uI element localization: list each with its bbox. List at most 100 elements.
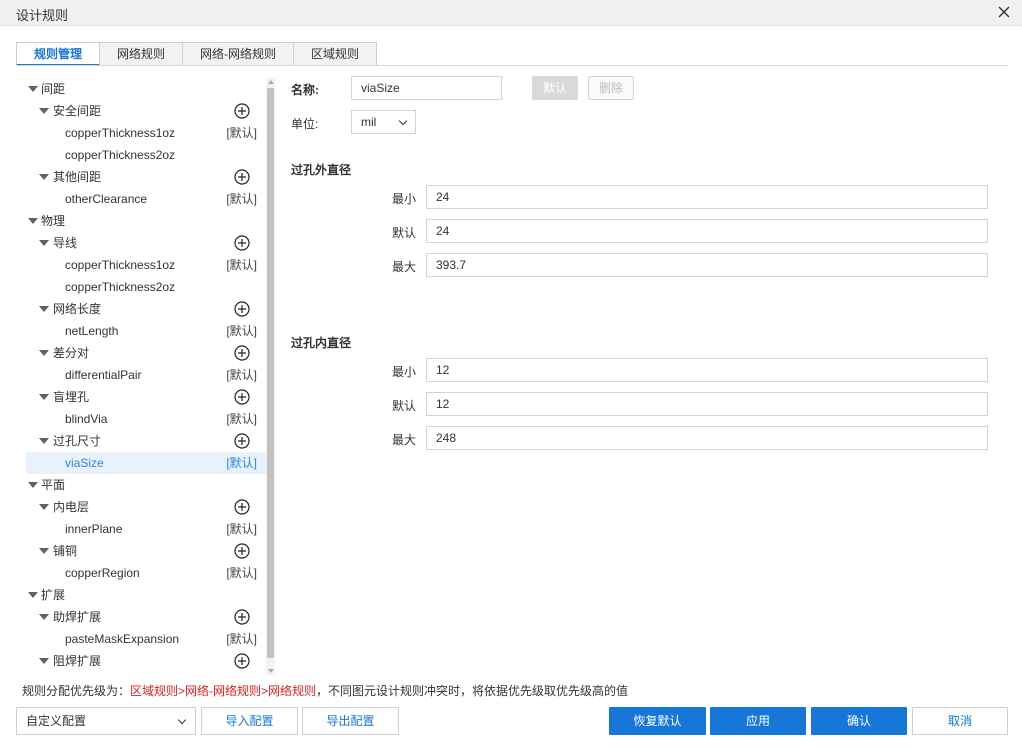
tab-rule-management[interactable]: 规则管理: [16, 42, 101, 66]
tree-rule-item[interactable]: copperRegion [默认]: [26, 562, 266, 584]
expand-triangle-icon[interactable]: [39, 504, 49, 510]
default-tag: [默认]: [226, 126, 257, 140]
tree-item-label: 其他间距: [53, 170, 102, 184]
inner-default-input[interactable]: [426, 392, 988, 416]
tree-item-label: pasteMaskExpansion: [65, 632, 180, 646]
tab-net-net-rules[interactable]: 网络-网络规则: [182, 42, 295, 66]
add-rule-icon[interactable]: [234, 169, 250, 185]
add-rule-icon[interactable]: [234, 301, 250, 317]
add-rule-icon[interactable]: [234, 543, 250, 559]
tree-rule-item[interactable]: netLength [默认]: [26, 320, 266, 342]
tree-category-item[interactable]: 差分对: [26, 342, 266, 364]
tree-rule-item[interactable]: pasteMaskExpansion [默认]: [26, 628, 266, 650]
expand-triangle-icon[interactable]: [28, 86, 38, 92]
config-select[interactable]: 自定义配置: [16, 707, 196, 735]
scroll-up-icon[interactable]: [268, 80, 274, 84]
scrollbar-thumb[interactable]: [267, 88, 274, 658]
default-tag: [默认]: [226, 522, 257, 536]
tree-category-item[interactable]: 盲埋孔: [26, 386, 266, 408]
tree-category-item[interactable]: 过孔尺寸: [26, 430, 266, 452]
add-rule-icon[interactable]: [234, 103, 250, 119]
expand-triangle-icon[interactable]: [39, 548, 49, 554]
tree-rule-item[interactable]: viaSize [默认]: [26, 452, 266, 474]
add-rule-icon[interactable]: [234, 609, 250, 625]
tree-item-label: 间距: [41, 82, 66, 96]
expand-triangle-icon[interactable]: [39, 438, 49, 444]
default-tag: [默认]: [226, 632, 257, 646]
cancel-button[interactable]: 取消: [912, 707, 1008, 735]
expand-triangle-icon[interactable]: [28, 592, 38, 598]
unit-label: 单位:: [291, 117, 319, 131]
unit-select[interactable]: mil: [351, 110, 416, 134]
tree-category-item[interactable]: 安全间距: [26, 100, 266, 122]
add-rule-icon[interactable]: [234, 235, 250, 251]
apply-button[interactable]: 应用: [710, 707, 806, 735]
expand-triangle-icon[interactable]: [39, 174, 49, 180]
tab-net-rules[interactable]: 网络规则: [99, 42, 184, 66]
tree-category-item[interactable]: 其他间距: [26, 166, 266, 188]
name-input[interactable]: [351, 76, 502, 100]
add-rule-icon[interactable]: [234, 499, 250, 515]
expand-triangle-icon[interactable]: [39, 614, 49, 620]
expand-triangle-icon[interactable]: [39, 394, 49, 400]
default-tag: [默认]: [226, 456, 257, 470]
outer-min-input[interactable]: [426, 185, 988, 209]
tree-category-item[interactable]: 扩展: [26, 584, 266, 606]
priority-note: 规则分配优先级为：区域规则>网络-网络规则>网络规则，不同图元设计规则冲突时，将…: [22, 682, 628, 699]
expand-triangle-icon[interactable]: [39, 240, 49, 246]
expand-triangle-icon[interactable]: [39, 658, 49, 664]
tree-rule-item[interactable]: differentialPair [默认]: [26, 364, 266, 386]
default-tag: [默认]: [226, 192, 257, 206]
outer-max-input[interactable]: [426, 253, 988, 277]
add-rule-icon[interactable]: [234, 433, 250, 449]
tree-rule-item[interactable]: copperThickness2oz: [26, 144, 266, 166]
expand-triangle-icon[interactable]: [39, 306, 49, 312]
name-label: 名称:: [291, 83, 319, 97]
tree-rule-item[interactable]: copperThickness2oz: [26, 276, 266, 298]
export-config-button[interactable]: 导出配置: [302, 707, 399, 735]
tree-category-item[interactable]: 阻焊扩展: [26, 650, 266, 672]
tree-item-label: 阻焊扩展: [53, 654, 102, 668]
tree-rule-item[interactable]: copperThickness1oz [默认]: [26, 122, 266, 144]
close-icon[interactable]: [994, 2, 1014, 22]
delete-button[interactable]: 删除: [588, 76, 634, 100]
expand-triangle-icon[interactable]: [39, 108, 49, 114]
tree-rule-item[interactable]: innerPlane [默认]: [26, 518, 266, 540]
expand-triangle-icon[interactable]: [28, 482, 38, 488]
tree-rule-item[interactable]: blindVia [默认]: [26, 408, 266, 430]
tree-item-label: 物理: [41, 214, 66, 228]
inner-max-input[interactable]: [426, 426, 988, 450]
outer-default-input[interactable]: [426, 219, 988, 243]
import-config-button[interactable]: 导入配置: [201, 707, 298, 735]
inner-default-label: 默认: [392, 399, 417, 413]
set-default-button[interactable]: 默认: [532, 76, 578, 100]
default-tag: [默认]: [226, 566, 257, 580]
restore-default-button[interactable]: 恢复默认: [609, 707, 706, 735]
tree-item-label: viaSize: [65, 456, 104, 470]
tree-category-item[interactable]: 间距: [26, 78, 266, 100]
inner-max-label: 最大: [392, 433, 417, 447]
outer-min-label: 最小: [392, 192, 417, 206]
default-tag: [默认]: [226, 368, 257, 382]
scroll-down-icon[interactable]: [268, 669, 274, 673]
tree-category-item[interactable]: 导线: [26, 232, 266, 254]
expand-triangle-icon[interactable]: [28, 218, 38, 224]
tree-category-item[interactable]: 平面: [26, 474, 266, 496]
tree-category-item[interactable]: 物理: [26, 210, 266, 232]
inner-diameter-title: 过孔内直径: [291, 336, 352, 350]
tree-scrollbar[interactable]: [266, 78, 275, 675]
window-title: 设计规则: [16, 8, 69, 23]
add-rule-icon[interactable]: [234, 345, 250, 361]
tree-category-item[interactable]: 助焊扩展: [26, 606, 266, 628]
expand-triangle-icon[interactable]: [39, 350, 49, 356]
confirm-button[interactable]: 确认: [811, 707, 907, 735]
tree-rule-item[interactable]: otherClearance [默认]: [26, 188, 266, 210]
tree-category-item[interactable]: 内电层: [26, 496, 266, 518]
inner-min-input[interactable]: [426, 358, 988, 382]
add-rule-icon[interactable]: [234, 389, 250, 405]
tree-category-item[interactable]: 铺铜: [26, 540, 266, 562]
tree-rule-item[interactable]: copperThickness1oz [默认]: [26, 254, 266, 276]
tree-category-item[interactable]: 网络长度: [26, 298, 266, 320]
tab-region-rules[interactable]: 区域规则: [293, 42, 378, 66]
add-rule-icon[interactable]: [234, 653, 250, 669]
